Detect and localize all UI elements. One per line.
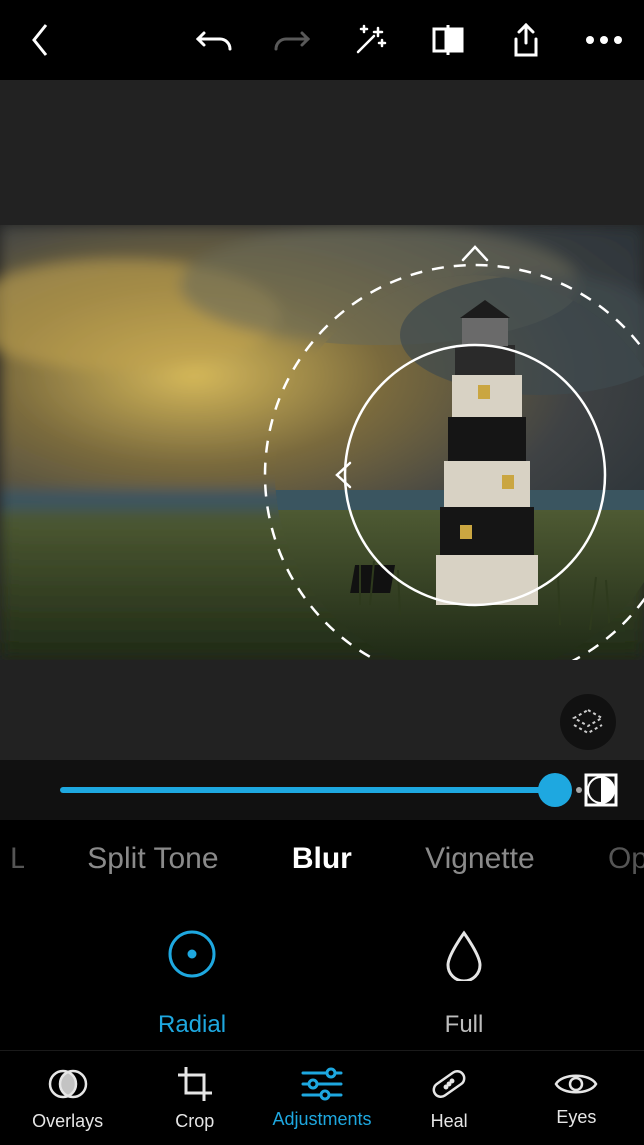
nav-crop[interactable]: Crop: [140, 1063, 250, 1132]
layers-button[interactable]: [560, 694, 616, 750]
blur-mode-row: Radial Full: [0, 898, 644, 1068]
crop-icon: [174, 1063, 216, 1105]
blur-mode-radial[interactable]: Radial: [158, 927, 226, 1039]
tab-prev-edge[interactable]: L: [0, 842, 24, 876]
tab-blur[interactable]: Blur: [282, 842, 362, 876]
back-button[interactable]: [20, 20, 60, 60]
slider-thumb[interactable]: [538, 773, 572, 807]
tab-vignette[interactable]: Vignette: [415, 842, 545, 876]
nav-label: Overlays: [32, 1111, 103, 1132]
blur-intensity-row: [0, 760, 644, 820]
redo-button[interactable]: [272, 20, 312, 60]
share-button[interactable]: [506, 20, 546, 60]
radial-icon: [165, 927, 219, 981]
blur-mode-label: Full: [445, 1011, 484, 1039]
adjustment-tabs: L Split Tone Blur Vignette Opt: [0, 820, 644, 898]
photo-preview[interactable]: [0, 225, 644, 660]
auto-enhance-button[interactable]: [350, 20, 390, 60]
droplet-icon: [442, 927, 486, 981]
invert-mask-button[interactable]: [582, 771, 620, 809]
bandage-icon: [428, 1063, 470, 1105]
blur-mode-full[interactable]: Full: [442, 927, 486, 1039]
blur-mode-label: Radial: [158, 1011, 226, 1039]
canvas-area[interactable]: [0, 80, 644, 760]
nav-heal[interactable]: Heal: [394, 1063, 504, 1132]
nav-label: Heal: [431, 1111, 468, 1132]
tab-split-tone[interactable]: Split Tone: [77, 842, 228, 876]
overlays-icon: [47, 1063, 89, 1105]
nav-label: Eyes: [556, 1107, 596, 1128]
top-toolbar: [0, 0, 644, 80]
undo-button[interactable]: [194, 20, 234, 60]
nav-label: Crop: [175, 1111, 214, 1132]
compare-button[interactable]: [428, 20, 468, 60]
nav-label: Adjustments: [272, 1109, 371, 1130]
tab-next-edge[interactable]: Opt: [598, 842, 644, 876]
nav-adjustments[interactable]: Adjustments: [267, 1065, 377, 1130]
nav-overlays[interactable]: Overlays: [13, 1063, 123, 1132]
blur-intensity-slider[interactable]: [60, 787, 564, 793]
bottom-nav: Overlays Crop Adjustments Heal Eyes: [0, 1050, 644, 1145]
sliders-icon: [299, 1065, 345, 1103]
nav-eyes[interactable]: Eyes: [521, 1067, 631, 1128]
more-button[interactable]: [584, 20, 624, 60]
eye-icon: [552, 1067, 600, 1101]
